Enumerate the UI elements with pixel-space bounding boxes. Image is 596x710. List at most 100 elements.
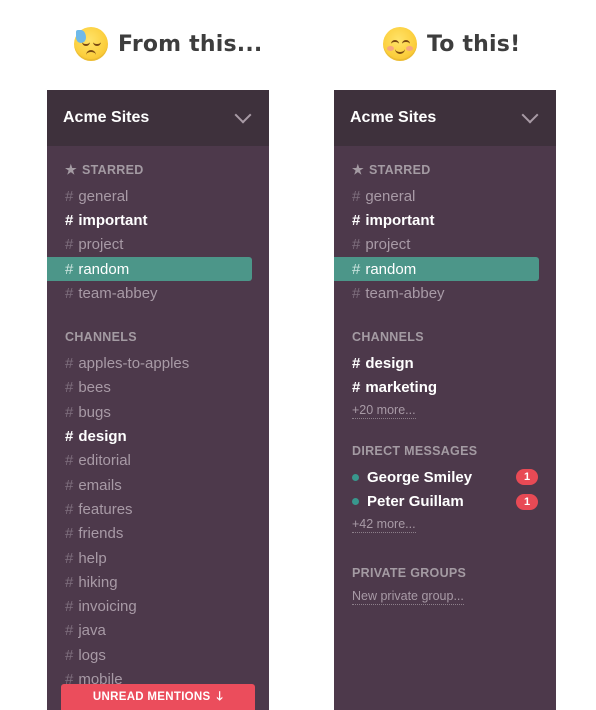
dm-name: George Smiley [367,468,473,486]
hash-icon: # [65,646,74,664]
presence-dot-icon [352,498,359,506]
channel-label: help [78,549,107,567]
channel-label: project [78,236,124,254]
hash-icon: # [65,452,74,470]
channel-design[interactable]: # design [334,351,556,375]
presence-dot-icon [352,473,359,481]
channel-label: important [78,211,148,229]
channel-label: bugs [78,403,111,421]
hash-icon: # [65,211,74,229]
channel-label: general [78,187,129,205]
dm-section: DIRECT MESSAGES George Smiley 1 Peter Guil… [334,441,556,533]
channel-invoicing[interactable]: # invoicing [47,594,269,618]
sweat-face-emoji-icon [74,27,108,61]
dm-section-title: DIRECT MESSAGES [352,444,478,459]
channel-label: design [78,428,127,446]
channels-section: CHANNELS # design # marketing +20 more... [334,327,556,420]
channel-label: random [365,260,417,278]
hash-icon: # [65,187,74,205]
channel-label: design [365,355,414,373]
hash-icon: # [65,622,74,640]
channel-features[interactable]: # features [47,497,269,521]
channels-section-title: CHANNELS [65,330,137,345]
hash-icon: # [65,260,74,278]
starred-section-title: ★ STARRED [352,162,431,177]
hash-icon: # [65,403,74,421]
caption-after: To this! [383,24,520,64]
channel-label: apples-to-apples [78,355,190,373]
dm-item[interactable]: George Smiley 1 [334,465,556,489]
channel-design[interactable]: # design [47,424,269,448]
new-private-group-link[interactable]: New private group... [352,589,464,605]
channel-label: java [78,622,106,640]
chevron-down-icon[interactable] [234,106,252,124]
channel-java[interactable]: # java [47,619,269,643]
star-icon: ★ [65,162,77,177]
channel-team-abbey[interactable]: # team-abbey [47,281,269,305]
channels-section-title: CHANNELS [352,330,424,345]
hash-icon: # [65,598,74,616]
channel-label: logs [78,646,106,664]
team-header[interactable]: Acme Sites [47,90,269,146]
channel-hiking[interactable]: # hiking [47,570,269,594]
channel-label: marketing [365,379,438,397]
channel-random[interactable]: # random [47,256,252,282]
channel-apples-to-apples[interactable]: # apples-to-apples [47,351,269,375]
channel-label: random [78,260,130,278]
channel-general[interactable]: # general [47,184,269,208]
channel-label: project [365,236,411,254]
dm-name: Peter Guillam [367,493,464,511]
channel-team-abbey[interactable]: # team-abbey [334,281,556,305]
channel-bees[interactable]: # bees [47,376,269,400]
channel-label: editorial [78,452,131,470]
channel-project[interactable]: # project [47,233,269,257]
channel-friends[interactable]: # friends [47,522,269,546]
arrow-down-icon: 🡓 [216,688,224,703]
caption-before-text: From this... [118,31,263,57]
channel-important[interactable]: # important [47,208,269,232]
private-groups-section-title: PRIVATE GROUPS [352,565,467,580]
hash-icon: # [65,549,74,567]
channel-marketing[interactable]: # marketing [334,376,556,400]
unread-badge: 1 [516,493,538,510]
hash-icon: # [65,236,74,254]
dm-item[interactable]: Peter Guillam 1 [334,489,556,513]
channels-more-link[interactable]: +20 more... [352,403,416,420]
hash-icon: # [65,500,74,518]
hash-icon: # [352,236,361,254]
hash-icon: # [352,355,361,373]
unread-mentions-button[interactable]: UNREAD MENTIONS 🡓 [61,684,255,710]
channel-random[interactable]: # random [334,256,539,282]
channels-section: CHANNELS # apples-to-apples # bees # bugs # des… [47,327,269,691]
channel-label: important [365,211,435,229]
team-name: Acme Sites [350,109,437,126]
dm-more-link[interactable]: +42 more... [352,517,416,533]
channel-important[interactable]: # important [334,208,556,232]
channel-project[interactable]: # project [334,233,556,257]
channel-logs[interactable]: # logs [47,643,269,667]
caption-after-text: To this! [427,31,521,57]
starred-section-title: ★ STARRED [65,162,144,177]
hash-icon: # [352,211,361,229]
starred-section: ★ STARRED # general # important # project # ran… [47,160,269,305]
channel-label: emails [78,476,122,494]
channel-label: bees [78,379,111,397]
channel-help[interactable]: # help [47,546,269,570]
sidebar-after: Acme Sites ★ STARRED # general # important #… [334,90,556,710]
team-header[interactable]: Acme Sites [334,90,556,146]
channel-bugs[interactable]: # bugs [47,400,269,424]
hash-icon: # [65,476,74,494]
channel-editorial[interactable]: # editorial [47,449,269,473]
hash-icon: # [352,284,361,302]
starred-section: ★ STARRED # general # important # project # ran… [334,160,556,305]
hash-icon: # [65,525,74,543]
channel-general[interactable]: # general [334,184,556,208]
hash-icon: # [65,379,74,397]
channel-emails[interactable]: # emails [47,473,269,497]
hash-icon: # [352,260,361,278]
caption-before: From this... [74,24,262,64]
hash-icon: # [65,428,74,446]
chevron-down-icon[interactable] [521,106,539,124]
hash-icon: # [352,379,361,397]
hash-icon: # [352,187,361,205]
